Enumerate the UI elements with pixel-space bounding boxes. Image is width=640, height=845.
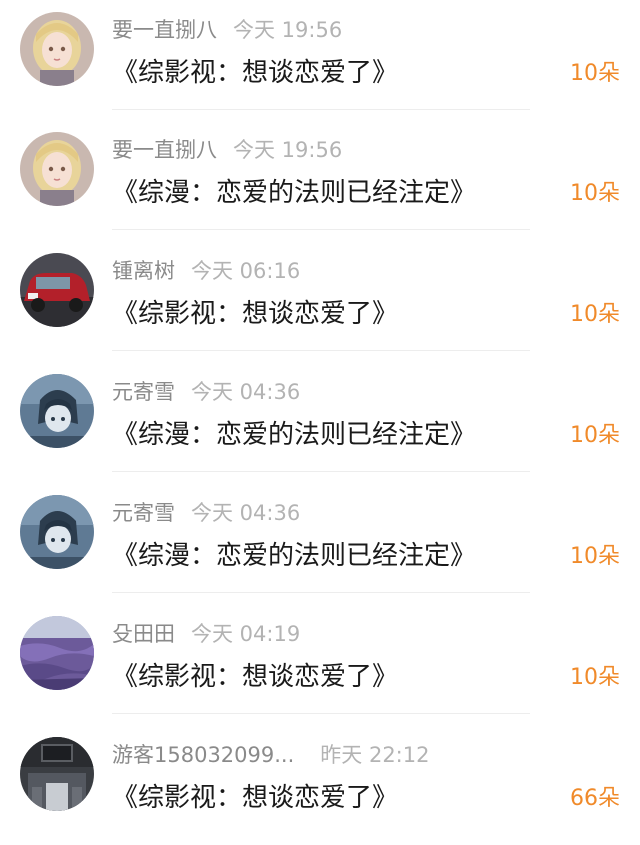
flower-count: 10朵 [570,423,620,448]
flower-count: 66朵 [570,786,620,811]
list-item[interactable]: 要一直捌八 今天 19:56 《综影视：想谈恋爱了》 10朵 [0,0,640,120]
username[interactable]: 要一直捌八 [112,138,217,162]
book-title[interactable]: 《综漫：恋爱的法则已经注定》 [112,416,476,454]
username[interactable]: 锺离树 [112,259,175,283]
username[interactable]: 元寄雪 [112,380,175,404]
book-title[interactable]: 《综影视：想谈恋爱了》 [112,295,398,333]
book-title[interactable]: 《综影视：想谈恋爱了》 [112,54,398,92]
timestamp: 今天 04:19 [191,622,301,646]
item-meta: 元寄雪 今天 04:36 [112,497,300,529]
flower-count: 10朵 [570,181,620,206]
item-meta: 殳田田 今天 04:19 [112,618,300,650]
book-title[interactable]: 《综漫：恋爱的法则已经注定》 [112,174,476,212]
list-item[interactable]: 游客158032099... 昨天 22:12 《综影视：想谈恋爱了》 66朵 [0,725,640,845]
divider [112,350,530,351]
list-item[interactable]: 锺离树 今天 06:16 《综影视：想谈恋爱了》 10朵 [0,241,640,361]
book-title[interactable]: 《综影视：想谈恋爱了》 [112,779,398,817]
item-meta: 游客158032099... 昨天 22:12 [112,739,429,771]
username[interactable]: 元寄雪 [112,501,175,525]
divider [112,592,530,593]
username[interactable]: 殳田田 [112,622,175,646]
list-item[interactable]: 要一直捌八 今天 19:56 《综漫：恋爱的法则已经注定》 10朵 [0,120,640,240]
list-item[interactable]: 殳田田 今天 04:19 《综影视：想谈恋爱了》 10朵 [0,604,640,724]
lavender-field-avatar-icon[interactable] [20,616,94,690]
list-item[interactable]: 元寄雪 今天 04:36 《综漫：恋爱的法则已经注定》 10朵 [0,483,640,603]
flower-count: 10朵 [570,544,620,569]
flower-count: 10朵 [570,61,620,86]
dark-interior-avatar-icon[interactable] [20,737,94,811]
book-title[interactable]: 《综漫：恋爱的法则已经注定》 [112,537,476,575]
timestamp: 今天 06:16 [191,259,301,283]
timestamp: 今天 04:36 [191,380,301,404]
divider [112,471,530,472]
timestamp: 今天 19:56 [233,138,343,162]
timestamp: 今天 04:36 [191,501,301,525]
divider [112,109,530,110]
item-meta: 锺离树 今天 06:16 [112,255,300,287]
timestamp: 今天 19:56 [233,18,343,42]
divider [112,713,530,714]
item-meta: 元寄雪 今天 04:36 [112,376,300,408]
username[interactable]: 游客158032099... [112,743,294,767]
red-car-avatar-icon[interactable] [20,253,94,327]
timestamp: 昨天 22:12 [320,743,430,767]
gift-list: 要一直捌八 今天 19:56 《综影视：想谈恋爱了》 10朵 要一直捌八 今天 19… [0,0,640,822]
item-meta: 要一直捌八 今天 19:56 [112,14,342,46]
item-meta: 要一直捌八 今天 19:56 [112,134,342,166]
list-item[interactable]: 元寄雪 今天 04:36 《综漫：恋爱的法则已经注定》 10朵 [0,362,640,482]
book-title[interactable]: 《综影视：想谈恋爱了》 [112,658,398,696]
anime-girl-blonde-avatar-icon[interactable] [20,132,94,206]
divider [112,229,530,230]
anime-character-blue-avatar-icon[interactable] [20,495,94,569]
anime-character-blue-avatar-icon[interactable] [20,374,94,448]
username[interactable]: 要一直捌八 [112,18,217,42]
anime-girl-blonde-avatar-icon[interactable] [20,12,94,86]
flower-count: 10朵 [570,665,620,690]
flower-count: 10朵 [570,302,620,327]
